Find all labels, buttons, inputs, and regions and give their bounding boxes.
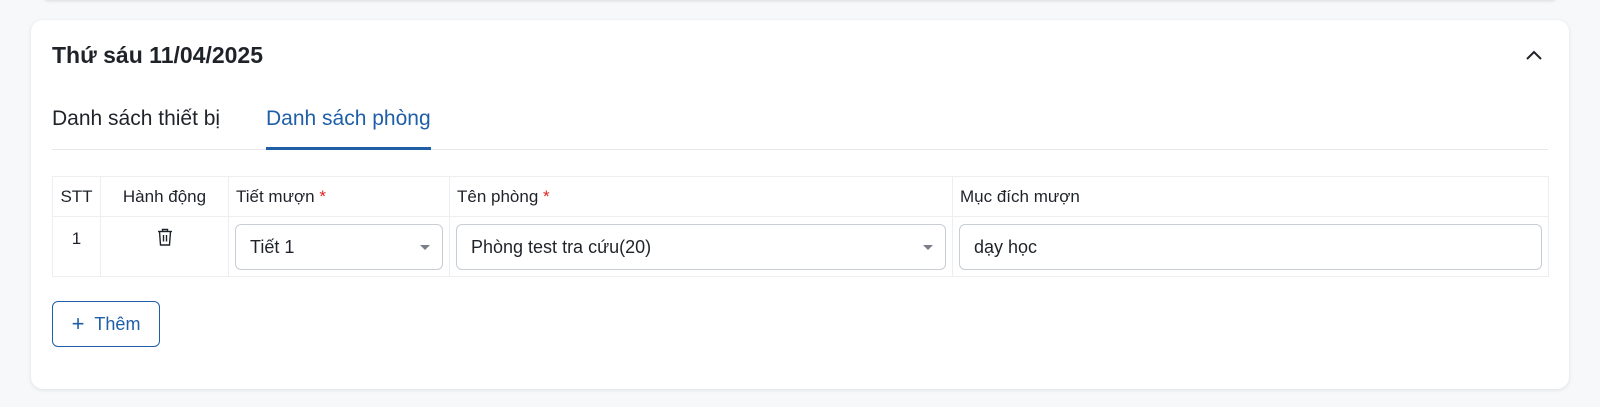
add-button-label: Thêm bbox=[94, 313, 141, 334]
card-title: Thứ sáu 11/04/2025 bbox=[52, 42, 264, 68]
period-select[interactable]: Tiết 1 bbox=[235, 223, 443, 270]
row-period-cell: Tiết 1 bbox=[228, 216, 450, 277]
header-room-label: Tên phòng bbox=[457, 186, 539, 206]
table-header-row: STT Hành động Tiết mượn * Tên phòng * Mụ… bbox=[52, 176, 1549, 217]
tab-room-list[interactable]: Danh sách phòng bbox=[266, 100, 431, 150]
header-stt: STT bbox=[52, 176, 101, 217]
row-room-cell: Phòng test tra cứu(20) bbox=[449, 216, 953, 277]
caret-down-icon bbox=[420, 244, 430, 250]
card-header: Thứ sáu 11/04/2025 bbox=[52, 41, 1548, 69]
header-action: Hành động bbox=[100, 176, 229, 217]
header-period: Tiết mượn * bbox=[228, 176, 450, 217]
row-stt: 1 bbox=[52, 216, 101, 277]
room-select-value: Phòng test tra cứu(20) bbox=[471, 236, 652, 257]
purpose-input[interactable]: dạy học bbox=[959, 223, 1542, 270]
header-period-label: Tiết mượn bbox=[236, 186, 315, 206]
caret-down-icon bbox=[923, 244, 933, 250]
required-mark: * bbox=[543, 186, 550, 206]
row-purpose-cell: dạy học bbox=[952, 216, 1549, 277]
add-button[interactable]: + Thêm bbox=[52, 301, 160, 347]
purpose-input-value: dạy học bbox=[974, 236, 1038, 257]
plus-icon: + bbox=[71, 311, 85, 336]
row-action-cell bbox=[100, 216, 229, 277]
room-select[interactable]: Phòng test tra cứu(20) bbox=[456, 223, 946, 270]
trash-icon[interactable] bbox=[156, 227, 174, 252]
chevron-up-icon[interactable] bbox=[1520, 41, 1548, 69]
day-card: Thứ sáu 11/04/2025 Danh sách thiết bị Da… bbox=[31, 20, 1569, 389]
table-row: 1 Tiết 1 Phòng test tra cứu(20) dạy học bbox=[52, 216, 1549, 277]
header-purpose: Mục đích mượn bbox=[952, 176, 1549, 217]
period-select-value: Tiết 1 bbox=[250, 236, 295, 257]
tab-bar: Danh sách thiết bị Danh sách phòng bbox=[52, 100, 1548, 150]
header-room: Tên phòng * bbox=[449, 176, 953, 217]
required-mark: * bbox=[319, 186, 326, 206]
tab-device-list[interactable]: Danh sách thiết bị bbox=[52, 100, 220, 150]
room-table: STT Hành động Tiết mượn * Tên phòng * Mụ… bbox=[52, 176, 1549, 277]
